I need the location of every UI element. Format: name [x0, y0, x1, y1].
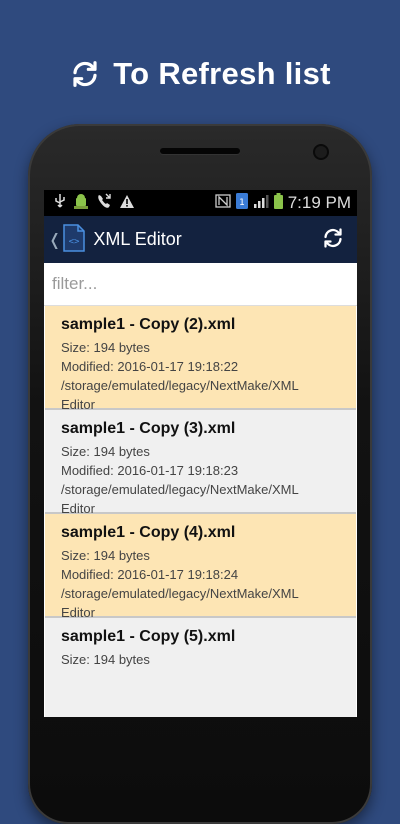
file-size: Size: 194 bytes: [61, 444, 150, 459]
usb-icon: [54, 193, 66, 213]
file-path: /storage/emulated/legacy/NextMake/XML: [61, 378, 299, 393]
phone-speaker: [160, 148, 240, 154]
app-title: XML Editor: [93, 229, 182, 249]
file-list-item[interactable]: sample1 - Copy (3).xml Size: 194 bytes M…: [45, 410, 356, 516]
promo-header: To Refresh list: [0, 52, 400, 96]
file-list-item[interactable]: sample1 - Copy (5).xml Size: 194 bytes: [45, 618, 356, 717]
file-modified: Modified: 2016-01-17 19:18:23: [61, 463, 239, 478]
file-size: Size: 194 bytes: [61, 652, 150, 667]
warning-icon: [119, 194, 135, 213]
filter-bar: [44, 263, 357, 306]
nfc-icon: [215, 194, 231, 212]
phone-camera: [315, 146, 327, 158]
file-list-item[interactable]: sample1 - Copy (4).xml Size: 194 bytes M…: [45, 514, 356, 620]
file-list: sample1 - Copy (2).xml Size: 194 bytes M…: [44, 306, 357, 717]
file-size: Size: 194 bytes: [61, 340, 150, 355]
file-list-item[interactable]: sample1 - Copy (2).xml Size: 194 bytes M…: [45, 306, 356, 412]
filter-input[interactable]: [50, 273, 351, 295]
file-name: sample1 - Copy (2).xml: [61, 316, 236, 333]
file-name: sample1 - Copy (5).xml: [61, 628, 236, 645]
missed-call-icon: [96, 193, 112, 213]
status-time: 7:19 PM: [287, 193, 351, 212]
android-debug-icon: [73, 193, 89, 213]
refresh-icon[interactable]: [321, 226, 345, 254]
battery-icon: [273, 193, 283, 213]
sim-icon: 1: [235, 193, 248, 213]
signal-icon: [253, 194, 269, 212]
file-path: /storage/emulated/legacy/NextMake/XML: [61, 482, 299, 497]
status-bar: 1 7:19 PM: [44, 190, 357, 216]
app-bar: ❬ <> XML Editor: [44, 216, 357, 263]
file-size: Size: 194 bytes: [61, 548, 150, 563]
promo-title: To Refresh list: [113, 56, 331, 91]
file-name: sample1 - Copy (4).xml: [61, 524, 236, 541]
phone-screen: 1 7:19 PM ❬ <> XML Editor filter... samp…: [44, 190, 357, 717]
svg-text:<>: <>: [69, 237, 80, 247]
file-name: sample1 - Copy (3).xml: [61, 420, 236, 437]
app-logo-icon[interactable]: <>: [63, 223, 86, 256]
svg-text:1: 1: [239, 198, 245, 208]
file-path: /storage/emulated/legacy/NextMake/XML: [61, 586, 299, 601]
file-modified: Modified: 2016-01-17 19:18:22: [61, 359, 239, 374]
file-modified: Modified: 2016-01-17 19:18:24: [61, 567, 239, 582]
back-chevron-icon[interactable]: ❬: [48, 230, 61, 249]
refresh-icon: [69, 58, 101, 90]
